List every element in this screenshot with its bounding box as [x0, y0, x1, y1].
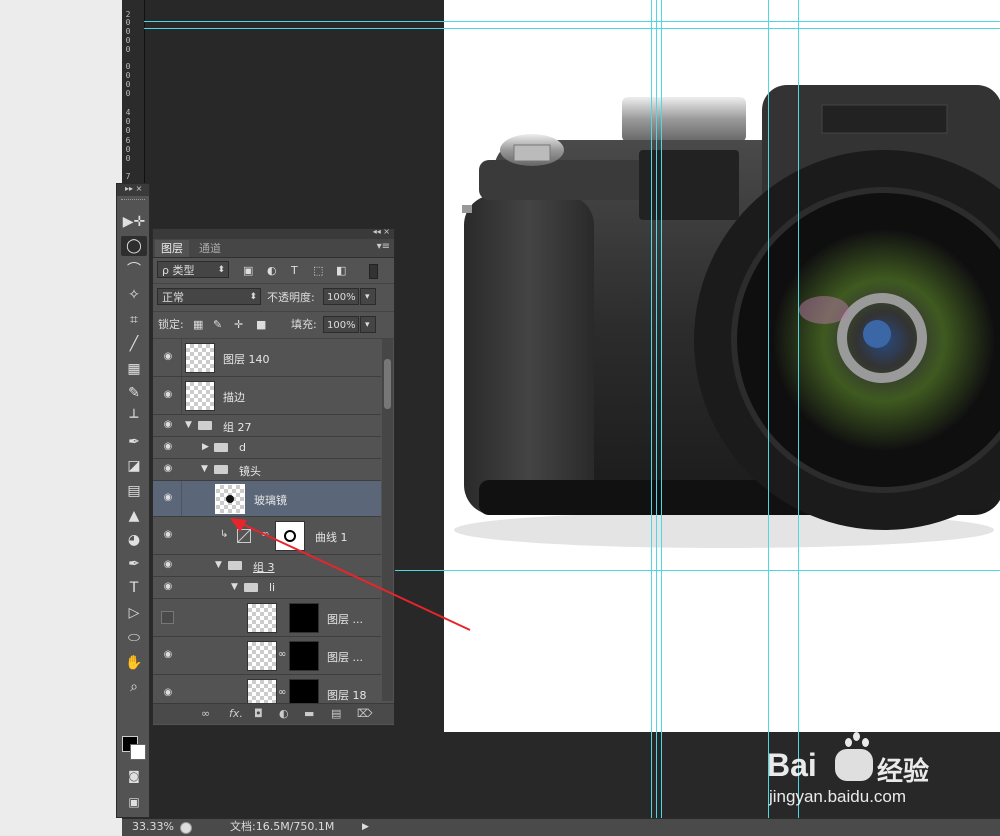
watermark-url: jingyan.baidu.com: [769, 787, 907, 806]
watermark-brand-cn: 经验: [877, 757, 930, 787]
status-info-icon[interactable]: [180, 822, 192, 834]
zoom-level[interactable]: 33.33%: [132, 819, 174, 835]
baidu-watermark: Bai 经验 jingyan.baidu.com: [765, 725, 965, 815]
annotation-arrow: [230, 518, 471, 631]
status-bar: 33.33% 文档:16.5M/750.1M ▶: [122, 818, 1000, 836]
watermark-brand: Bai: [767, 747, 817, 783]
watermark-du: [835, 749, 873, 781]
document-size: 文档:16.5M/750.1M: [230, 820, 335, 833]
status-menu-arrow-icon[interactable]: ▶: [362, 819, 369, 835]
